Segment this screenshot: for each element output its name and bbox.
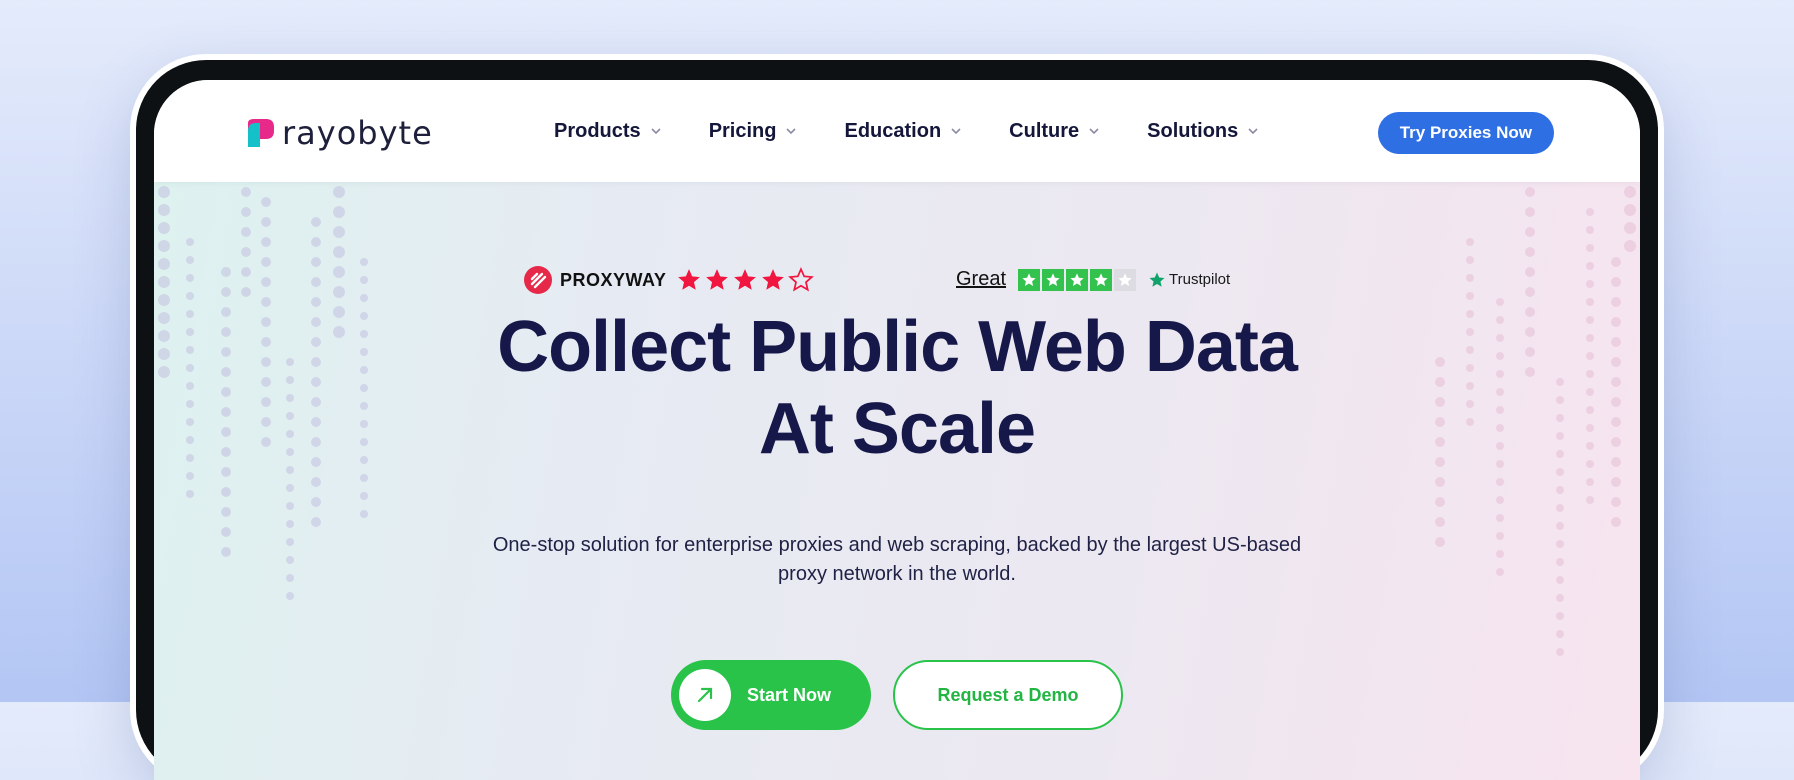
hero-buttons: Start Now Request a Demo <box>154 660 1640 730</box>
tp-star-filled-icon <box>1042 268 1065 291</box>
trustpilot-rating-word: Great <box>956 268 1007 290</box>
nav-solutions-label: Solutions <box>1147 119 1239 142</box>
tp-star-filled-icon <box>1090 268 1113 291</box>
top-navigation: rayobyte Products Pricing Education Cult… <box>154 80 1640 182</box>
request-demo-button[interactable]: Request a Demo <box>893 660 1123 730</box>
hero-title-line1: Collect Public Web Data <box>497 307 1298 387</box>
ratings-row: PROXYWAY Great Trustpilot <box>154 266 1640 300</box>
tp-star-filled-icon <box>1066 268 1089 291</box>
nav-culture[interactable]: Culture <box>1009 120 1101 143</box>
try-proxies-now-button[interactable]: Try Proxies Now <box>1377 112 1554 154</box>
nav-education-label: Education <box>844 119 942 142</box>
chevron-down-icon <box>786 128 797 135</box>
rayobyte-logo[interactable]: rayobyte <box>244 114 433 152</box>
trustpilot-rating[interactable]: Great Trustpilot <box>956 268 1230 291</box>
chevron-down-icon <box>1089 128 1099 135</box>
nav-solutions[interactable]: Solutions <box>1147 120 1260 143</box>
hero-subtitle: One-stop solution for enterprise proxies… <box>154 531 1640 589</box>
trustpilot-star-icon <box>1149 272 1165 287</box>
chevron-down-icon <box>1248 128 1258 135</box>
star-filled-icon <box>706 269 729 290</box>
star-filled-icon <box>762 269 785 290</box>
hero-title-line2: At Scale <box>758 389 1036 469</box>
trustpilot-logo: Trustpilot <box>1148 271 1230 289</box>
star-filled-icon <box>678 269 701 290</box>
hero-subtitle-line1: One-stop solution for enterprise proxies… <box>492 534 1302 556</box>
nav-products[interactable]: Products <box>554 120 663 143</box>
tp-star-filled-icon <box>1018 268 1041 291</box>
tp-star-empty-icon <box>1114 268 1137 291</box>
nav-pricing[interactable]: Pricing <box>709 120 799 143</box>
nav-education[interactable]: Education <box>844 120 963 143</box>
nav-products-label: Products <box>554 119 641 142</box>
main-menu: Products Pricing Education Culture Solut… <box>554 80 1306 182</box>
browser-screen: rayobyte Products Pricing Education Cult… <box>154 80 1640 780</box>
trustpilot-brand-text: Trustpilot <box>1169 271 1231 288</box>
chevron-down-icon <box>951 128 961 135</box>
star-filled-icon <box>734 269 757 290</box>
arrow-circle <box>679 669 731 721</box>
nav-culture-label: Culture <box>1009 119 1080 142</box>
logo-text: rayobyte <box>282 114 433 152</box>
proxyway-rating[interactable]: PROXYWAY <box>524 266 815 294</box>
hero-subtitle-line2: proxy network in the world. <box>778 563 1016 585</box>
trustpilot-stars <box>1018 268 1137 291</box>
proxyway-logo-icon <box>524 266 552 294</box>
proxyway-stars <box>676 267 815 293</box>
hero-title: Collect Public Web Data At Scale <box>154 306 1640 470</box>
nav-pricing-label: Pricing <box>708 119 777 142</box>
start-now-label: Start Now <box>747 684 832 705</box>
star-outline-icon <box>788 267 815 292</box>
device-frame: rayobyte Products Pricing Education Cult… <box>136 60 1658 780</box>
proxyway-label: PROXYWAY <box>560 269 667 290</box>
chevron-down-icon <box>651 128 661 135</box>
rayobyte-logo-icon <box>248 119 274 147</box>
arrow-up-right-icon <box>697 687 713 703</box>
start-now-button[interactable]: Start Now <box>671 660 871 730</box>
